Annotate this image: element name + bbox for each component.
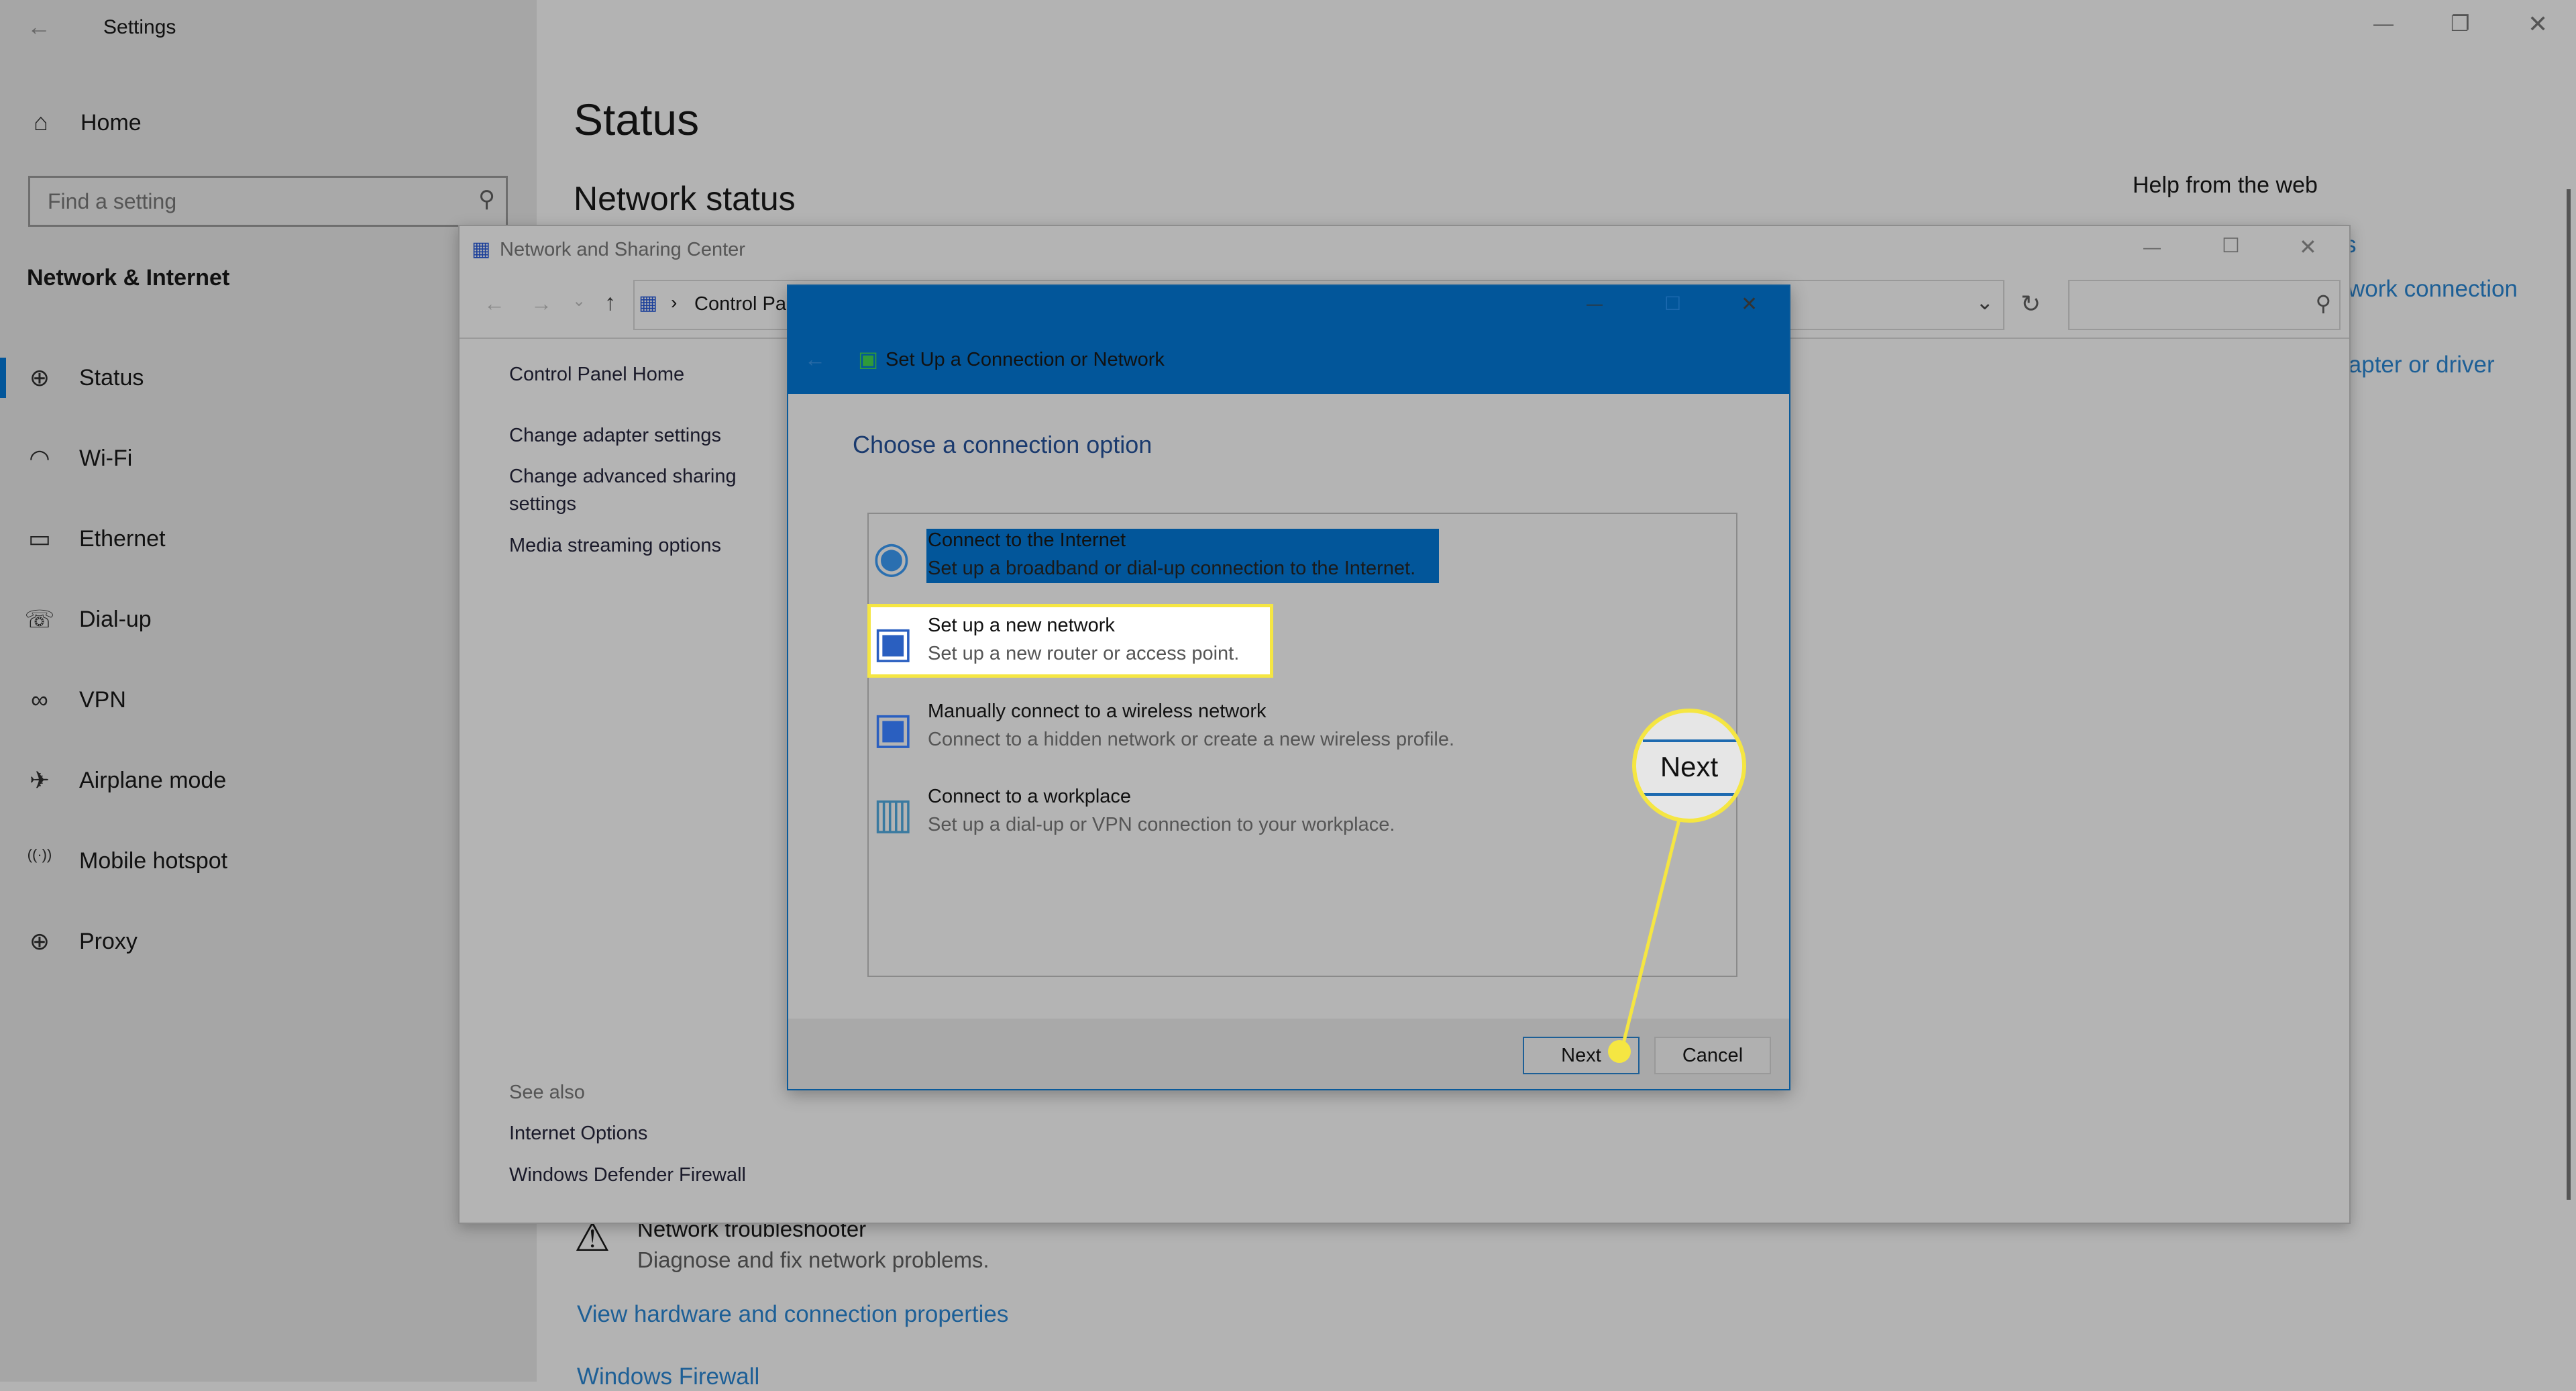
callout-dot — [1608, 1040, 1631, 1063]
callout-line — [1619, 819, 1681, 1052]
callout-border-bottom — [1643, 793, 1742, 796]
callout-border-top — [1643, 739, 1742, 742]
callout-magnifier: Next — [1632, 709, 1746, 823]
callout-label: Next — [1660, 751, 1719, 782]
callout-pointer — [1608, 819, 1681, 1063]
